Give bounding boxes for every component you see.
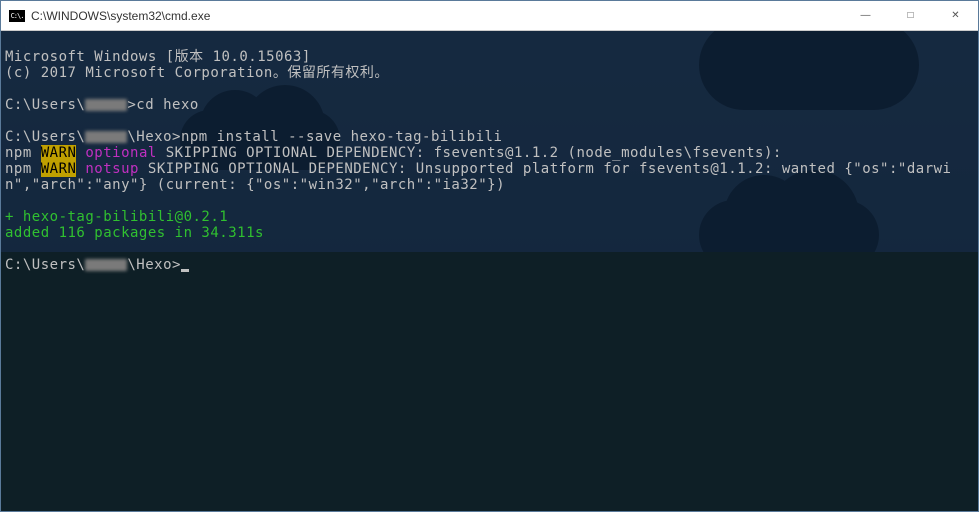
command-text: npm install --save hexo-tag-bilibili: [181, 129, 502, 145]
terminal-line: + hexo-tag-bilibili@0.2.1: [5, 209, 228, 225]
terminal-line: npm WARN optional SKIPPING OPTIONAL DEPE…: [5, 145, 782, 161]
warn-tag: notsup: [76, 161, 139, 177]
warn-badge: WARN: [41, 161, 77, 177]
terminal-line: C:\Users\ >cd hexo: [5, 97, 199, 113]
window-title: C:\WINDOWS\system32\cmd.exe: [31, 9, 843, 23]
terminal-line: Microsoft Windows [版本 10.0.15063]: [5, 49, 311, 65]
terminal-line: added 116 packages in 34.311s: [5, 225, 264, 241]
prompt-segment: C:\Users\: [5, 129, 85, 145]
npm-label: npm: [5, 145, 32, 161]
terminal-line: C:\Users\ \Hexo>npm install --save hexo-t…: [5, 129, 502, 145]
cmd-window: C:\. C:\WINDOWS\system32\cmd.exe — □ ✕ M…: [0, 0, 979, 512]
close-button[interactable]: ✕: [933, 1, 978, 30]
prompt-segment: >: [127, 97, 136, 113]
minimize-button[interactable]: —: [843, 1, 888, 30]
prompt-segment: \Hexo>: [127, 257, 181, 273]
titlebar[interactable]: C:\. C:\WINDOWS\system32\cmd.exe — □ ✕: [1, 1, 978, 31]
command-text: cd hexo: [136, 97, 199, 113]
cursor: [181, 269, 189, 272]
terminal-line: npm WARN notsup SKIPPING OPTIONAL DEPEND…: [5, 161, 951, 193]
prompt-segment: C:\Users\: [5, 97, 85, 113]
terminal-line: (c) 2017 Microsoft Corporation。保留所有权利。: [5, 65, 389, 81]
warn-badge: WARN: [41, 145, 77, 161]
window-controls: — □ ✕: [843, 1, 978, 30]
prompt-segment: \Hexo>: [127, 129, 181, 145]
maximize-button[interactable]: □: [888, 1, 933, 30]
warn-tag: optional: [76, 145, 156, 161]
warn-message: SKIPPING OPTIONAL DEPENDENCY: Unsupporte…: [5, 161, 951, 193]
redacted-user: [85, 99, 127, 111]
terminal-line: C:\Users\ \Hexo>: [5, 257, 189, 273]
cmd-icon: C:\.: [9, 10, 25, 22]
terminal-output[interactable]: Microsoft Windows [版本 10.0.15063] (c) 20…: [1, 31, 978, 511]
redacted-user: [85, 259, 127, 271]
prompt-segment: C:\Users\: [5, 257, 85, 273]
npm-label: npm: [5, 161, 32, 177]
warn-message: SKIPPING OPTIONAL DEPENDENCY: fsevents@1…: [157, 145, 782, 161]
redacted-user: [85, 131, 127, 143]
